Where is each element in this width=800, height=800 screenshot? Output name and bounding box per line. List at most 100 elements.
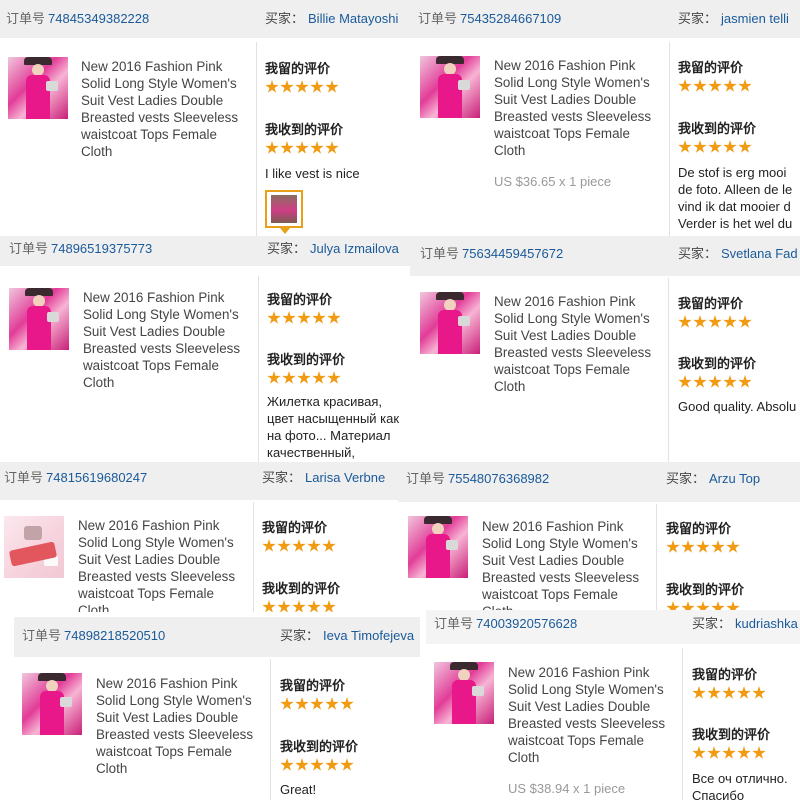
order-number: 订单号 74815619680247: [4, 462, 147, 494]
product-price: US $38.94 x 1 piece: [508, 781, 626, 796]
star-icon: [708, 315, 722, 328]
order-number-link[interactable]: 74003920576628: [476, 616, 577, 631]
buyer-name-link[interactable]: Arzu Top: [709, 471, 760, 486]
product-title[interactable]: New 2016 Fashion Pink Solid Long Style W…: [494, 57, 656, 159]
column-divider: [253, 502, 254, 612]
buyer-name-link[interactable]: Ieva Timofejeva: [323, 628, 414, 643]
order-card: 订单号 75548076368982 买家： Arzu Top New 2016 F…: [398, 462, 800, 616]
buyer-name-link[interactable]: Svetlana Fad: [721, 246, 798, 261]
rating-received-label: 我收到的评价: [267, 353, 346, 368]
order-number-link[interactable]: 75634459457672: [462, 246, 563, 261]
product-title[interactable]: New 2016 Fashion Pink Solid Long Style W…: [482, 518, 644, 616]
column-divider: [668, 278, 669, 462]
order-number-link[interactable]: 75435284667109: [460, 11, 561, 26]
order-label: 订单号: [418, 11, 458, 26]
star-icon: [678, 315, 692, 328]
star-icon: [282, 311, 296, 324]
rating-received-stars: [265, 141, 340, 156]
star-icon: [307, 539, 321, 552]
star-icon: [666, 540, 680, 553]
star-icon: [726, 540, 740, 553]
product-thumbnail[interactable]: [9, 288, 69, 350]
rating-given-stars: [267, 311, 342, 326]
product-thumbnail[interactable]: [420, 56, 480, 118]
star-icon: [267, 371, 281, 384]
column-divider: [258, 276, 259, 462]
star-icon: [307, 600, 321, 612]
buyer-feedback: I like vest is nice: [265, 166, 360, 181]
product-thumbnail[interactable]: [420, 292, 480, 354]
star-icon: [282, 371, 296, 384]
buyer-name-link[interactable]: Julya Izmailova: [310, 241, 399, 256]
buyer-name-link[interactable]: Billie Matayoshi: [308, 11, 398, 26]
column-divider: [270, 659, 271, 800]
rating-received-label: 我收到的评价: [692, 728, 771, 743]
rating-received-stars: [267, 371, 342, 386]
product-title[interactable]: New 2016 Fashion Pink Solid Long Style W…: [508, 664, 670, 766]
star-icon: [277, 539, 291, 552]
buyer-name-link[interactable]: kudriashka: [735, 616, 798, 631]
buyer-label: 买家：: [692, 616, 732, 631]
order-number-link[interactable]: 74815619680247: [46, 470, 147, 485]
order-number: 订单号 75435284667109: [418, 0, 561, 38]
order-number-link[interactable]: 74896519375773: [51, 241, 152, 256]
column-divider: [256, 42, 257, 236]
rating-received-label: 我收到的评价: [678, 357, 757, 372]
product-title[interactable]: New 2016 Fashion Pink Solid Long Style W…: [494, 293, 656, 395]
order-number-link[interactable]: 74845349382228: [48, 11, 149, 26]
buyer-name-link[interactable]: Larisa Verbne: [305, 470, 385, 485]
order-number-link[interactable]: 75548076368982: [448, 471, 549, 486]
buyer-label: 买家：: [678, 246, 718, 261]
product-title[interactable]: New 2016 Fashion Pink Solid Long Style W…: [83, 289, 245, 391]
rating-received-stars: [692, 746, 767, 761]
star-icon: [325, 758, 339, 771]
product-title[interactable]: New 2016 Fashion Pink Solid Long Style W…: [81, 58, 243, 160]
product-thumbnail[interactable]: [4, 516, 64, 578]
order-card: 订单号 75435284667109 买家： jasmien telli New 2…: [412, 0, 800, 236]
order-label: 订单号: [6, 11, 46, 26]
star-icon: [280, 80, 294, 93]
star-icon: [340, 758, 354, 771]
star-icon: [322, 600, 336, 612]
order-number-link[interactable]: 74898218520510: [64, 628, 165, 643]
order-header: 订单号 74815619680247 买家： Larisa Verbne: [0, 462, 400, 500]
star-icon: [678, 375, 692, 388]
rating-given-stars: [678, 315, 753, 330]
order-card: 订单号 74898218520510 买家： Ieva Timofejeva New…: [14, 617, 420, 800]
order-card: 订单号 74896519375773 买家： Julya Izmailova New…: [0, 236, 410, 462]
star-icon: [310, 141, 324, 154]
product-thumbnail[interactable]: [434, 662, 494, 724]
product-thumbnail[interactable]: [408, 516, 468, 578]
star-icon: [692, 686, 706, 699]
star-icon: [737, 686, 751, 699]
star-icon: [723, 140, 737, 153]
product-title[interactable]: New 2016 Fashion Pink Solid Long Style W…: [96, 675, 258, 777]
star-icon: [295, 697, 309, 710]
buyer: 买家： Ieva Timofejeva: [280, 617, 414, 655]
product-thumbnail[interactable]: [8, 57, 68, 119]
star-icon: [280, 758, 294, 771]
star-icon: [262, 600, 276, 612]
buyer-feedback: Good quality. Absolu: [678, 399, 797, 414]
star-icon: [693, 140, 707, 153]
star-icon: [708, 140, 722, 153]
product-thumbnail[interactable]: [22, 673, 82, 735]
star-icon: [297, 311, 311, 324]
buyer-feedback: De stof is erg mooi de foto. Alleen de l…: [678, 165, 793, 231]
order-label: 订单号: [9, 241, 49, 256]
order-card: 订单号 74815619680247 买家： Larisa Verbne New 2…: [0, 462, 400, 612]
star-icon: [277, 600, 291, 612]
star-icon: [723, 79, 737, 92]
feedback-photo[interactable]: [265, 190, 303, 234]
product-title[interactable]: New 2016 Fashion Pink Solid Long Style W…: [78, 517, 240, 612]
rating-given-label: 我留的评价: [267, 293, 333, 308]
column-divider: [682, 648, 683, 800]
rating-given-stars: [280, 697, 355, 712]
order-card: 订单号 75634459457672 买家： Svetlana Fad New 20…: [410, 236, 800, 462]
buyer-name-link[interactable]: jasmien telli: [721, 11, 789, 26]
column-divider: [669, 42, 670, 236]
star-icon: [325, 697, 339, 710]
buyer-label: 买家：: [678, 11, 718, 26]
star-icon: [310, 80, 324, 93]
buyer: 买家： jasmien telli: [678, 0, 789, 38]
